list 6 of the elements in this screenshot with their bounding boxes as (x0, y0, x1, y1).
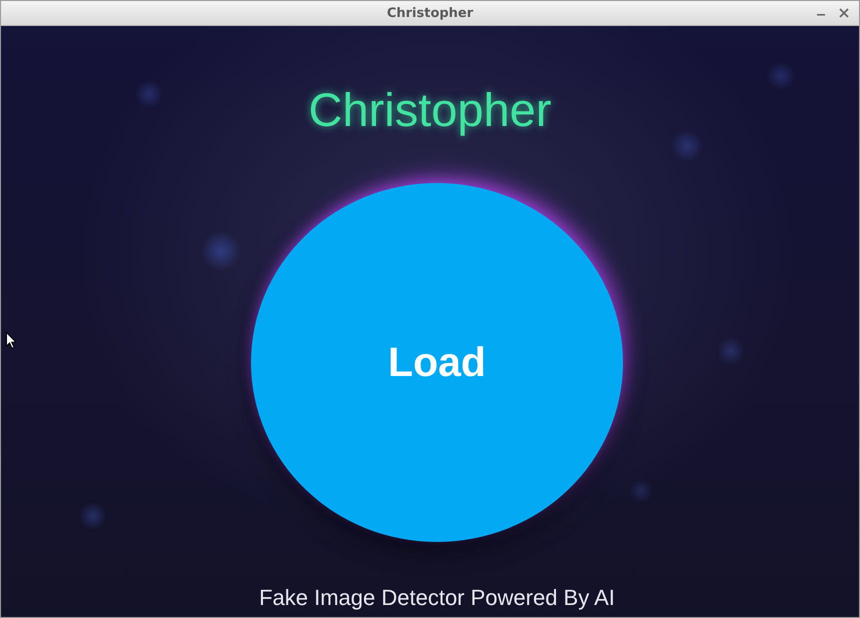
footer-text: Fake Image Detector Powered By AI (259, 585, 615, 611)
mouse-pointer-icon (6, 332, 17, 349)
window-title: Christopher (386, 6, 474, 20)
close-icon[interactable] (839, 8, 849, 18)
app-heading: Christopher (308, 82, 552, 138)
load-button[interactable]: Load (251, 183, 623, 542)
